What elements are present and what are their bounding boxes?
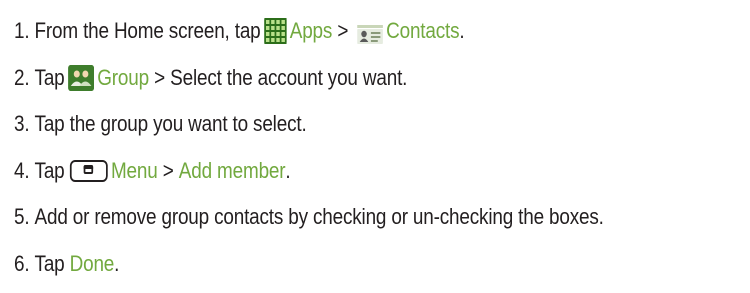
menu-label: Menu [110, 158, 158, 183]
group-label: Group [97, 65, 149, 90]
step-6-end: . [114, 251, 120, 276]
contacts-label: Contacts [386, 18, 460, 43]
step-4: 4. Tap Menu > Add member. [14, 153, 291, 189]
step-4-number: 4. [14, 158, 30, 183]
step-6-lead-text: Tap [34, 251, 65, 276]
step-4-lead-text: Tap [34, 158, 65, 183]
apps-label: Apps [289, 18, 333, 43]
step-1-end: . [459, 18, 465, 43]
step-2-lead-text: Tap [34, 65, 65, 90]
step-4-end: . [285, 158, 291, 183]
contacts-icon [356, 20, 383, 44]
step-5-number: 5. [14, 204, 30, 229]
step-1: 1. From the Home screen, tap Apps > Cont… [14, 13, 465, 49]
group-icon [67, 65, 94, 91]
step-3: 3. Tap the group you want to select. [14, 106, 307, 142]
step-1-number: 1. [14, 18, 30, 43]
step-2-separator: > [154, 65, 165, 90]
step-6: 6. Tap Done. [14, 246, 119, 282]
menu-key-icon [69, 160, 108, 182]
step-6-number: 6. [14, 251, 30, 276]
add-member-label: Add member [178, 158, 286, 183]
step-2-tail-text: Select the account you want. [170, 65, 408, 90]
step-3-number: 3. [14, 111, 30, 136]
step-2-number: 2. [14, 65, 30, 90]
step-5: 5. Add or remove group contacts by check… [14, 199, 604, 235]
apps-grid-icon [263, 18, 287, 44]
done-label: Done [69, 251, 115, 276]
step-1-lead-text: From the Home screen, tap [34, 18, 261, 43]
step-5-text: Add or remove group contacts by checking… [34, 204, 604, 229]
step-1-separator: > [337, 18, 349, 43]
step-2: 2. Tap Group > Select the account you wa… [14, 60, 407, 96]
step-3-text: Tap the group you want to select. [34, 111, 307, 136]
step-4-separator: > [162, 158, 174, 183]
